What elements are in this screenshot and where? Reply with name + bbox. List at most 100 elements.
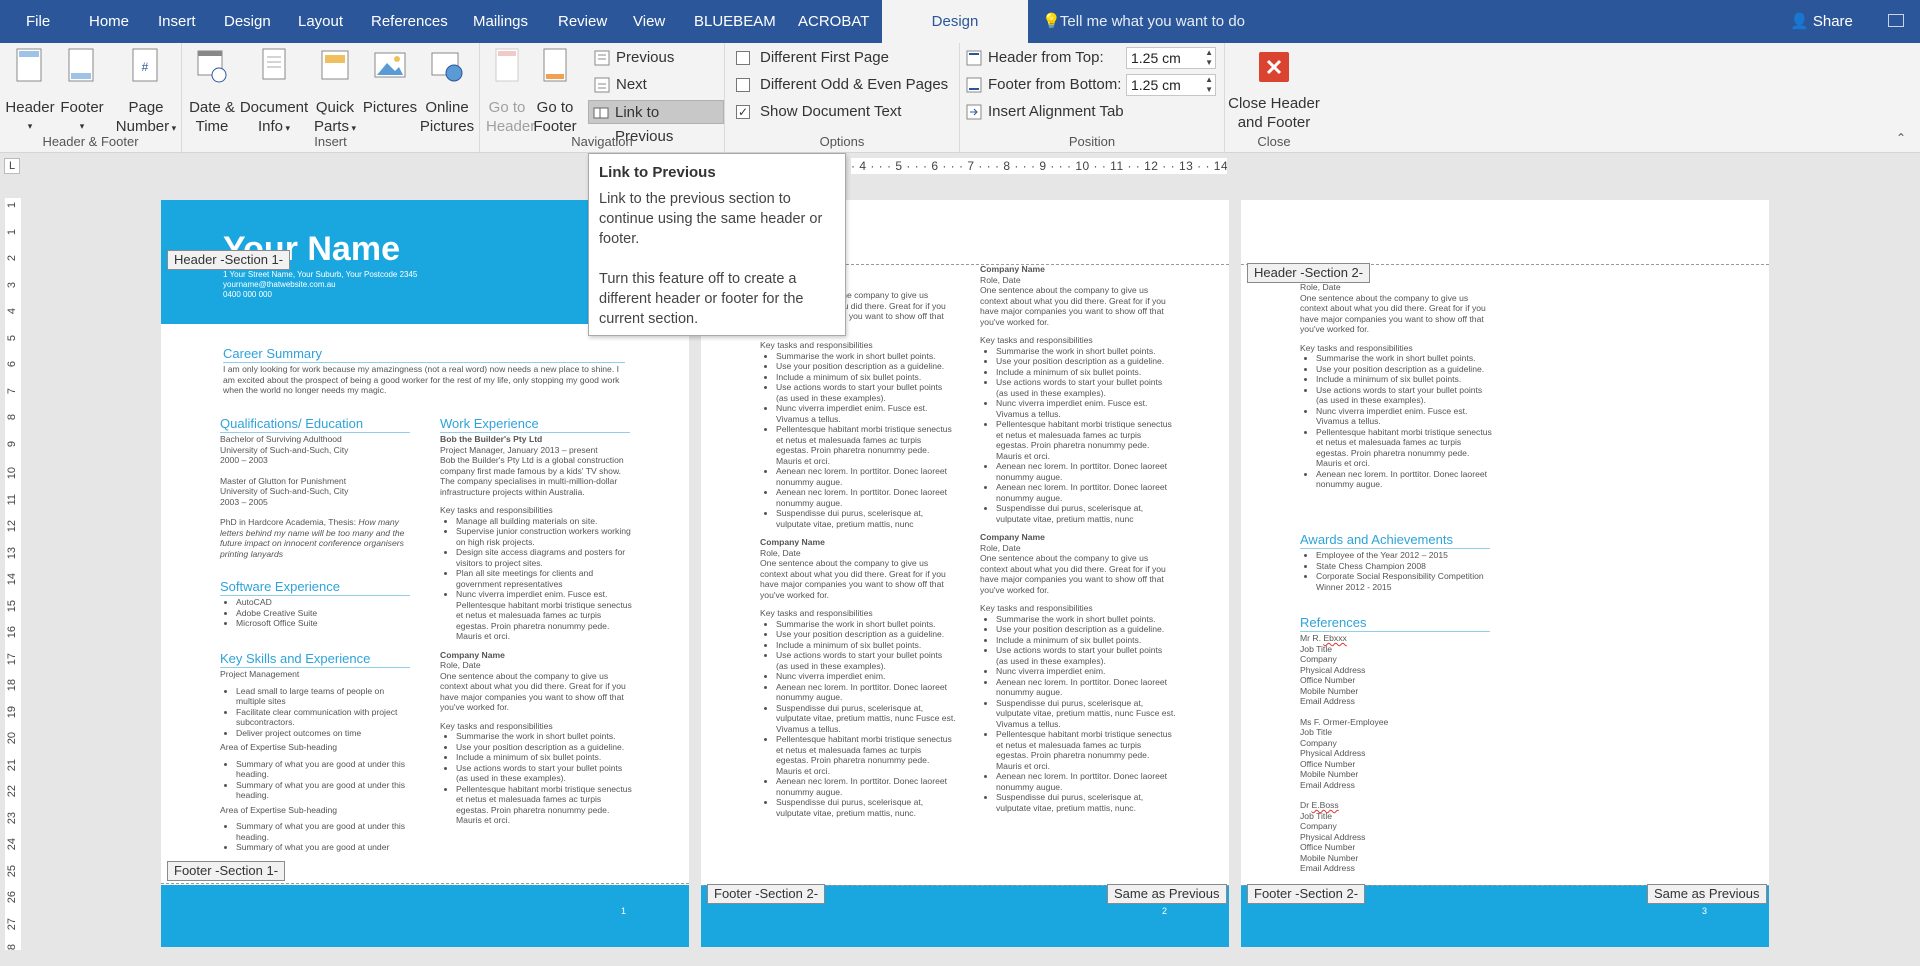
list-item: Microsoft Office Suite [236,618,412,629]
tab-home[interactable]: Home [89,0,129,43]
pictures-button[interactable]: Pictures [362,47,418,117]
tab-insert[interactable]: Insert [158,0,196,43]
ruler-number: 12 [6,520,18,533]
references-list: Mr R. Ebxxx Job Title Company Physical Add… [1300,633,1492,874]
page-number-button[interactable]: # Page Number ▾ [114,47,178,138]
online-pictures-button[interactable]: Online Pictures [418,47,476,136]
next-label: Next [616,76,647,93]
ruler-number: 27 [6,917,18,930]
tab-mailings[interactable]: Mailings [473,0,528,43]
reference-line: Email Address [1300,696,1355,706]
tell-me-search[interactable]: 💡 Tell me what you want to do [1042,0,1245,43]
list-item: Include a minimum of six bullet points. [456,752,632,763]
awards-list: Employee of the Year 2012 – 2015State Ch… [1300,550,1492,592]
tab-bluebeam[interactable]: BLUEBEAM [694,0,776,43]
ruler-number: 1 [6,228,18,235]
insert-alignment-tab-button[interactable]: Insert Alignment Tab [962,100,1124,124]
close-header-footer-button[interactable]: Close Header and Footer [1225,47,1323,132]
ref-name: Mr R. [1300,633,1324,643]
different-first-page-checkbox[interactable]: Different First Page [736,46,889,70]
work-description: Bob the Builder's Pty Ltd is a global co… [440,455,624,497]
ref-name: Ms F. Ormer-Employee [1300,716,1389,727]
work-company: Company Name [980,264,1045,274]
online-pictures-label-1: Online [425,99,469,116]
collapse-ribbon-icon[interactable]: ⌃ [1896,131,1906,145]
chevron-down-icon: ▾ [283,123,291,133]
bullet-list: Summarise the work in short bullet point… [760,619,956,819]
share-button[interactable]: 👤 Share [1790,0,1853,43]
work-description: One sentence about the company to give u… [1300,292,1486,335]
tab-header-footer-design[interactable]: Design [882,0,1028,43]
list-item: Use actions words to start your bullet p… [776,382,956,403]
work-description: One sentence about the company to give u… [760,558,946,600]
qual-line: PhD in Hardcore Academia, Thesis: [220,517,356,527]
tab-review[interactable]: Review [558,0,607,43]
comments-icon[interactable] [1888,14,1904,27]
previous-button[interactable]: Previous [590,46,674,70]
list-item: Nunc viverra imperdiet enim. Fusce est. … [776,403,956,424]
list-item: Summarise the work in short bullet point… [776,619,956,630]
list-item: Aenean nec lorem. In porttitor. Donec la… [776,776,956,797]
group-label-navigation: Navigation [571,134,633,149]
quick-parts-button[interactable]: Quick Parts ▾ [312,47,358,138]
reference-line: Physical Address [1300,831,1366,842]
list-item: Aenean nec lorem. In porttitor. Donec la… [1316,469,1496,490]
tab-layout[interactable]: Layout [298,0,343,43]
tab-selector[interactable]: L [4,158,20,174]
document-info-icon [262,48,286,80]
footer-from-bottom-label: Footer from Bottom: [988,76,1122,93]
page-number-label-1: Page [128,99,164,116]
footer-button[interactable]: Footer ▾ [58,47,106,136]
references-heading: References [1300,615,1490,632]
document-info-button[interactable]: Document Info ▾ [238,47,310,138]
spinner-arrows-icon[interactable]: ▲ ▼ [1205,75,1213,95]
reference-line: Mobile Number [1300,769,1359,779]
tab-view[interactable]: View [633,0,665,43]
tab-file[interactable]: File [26,0,50,43]
tab-design[interactable]: Design [224,0,271,43]
list-item: Use actions words to start your bullet p… [456,763,632,784]
list-item: Include a minimum of six bullet points. [776,372,956,383]
ruler-number: 19 [6,705,18,718]
different-odd-even-label: Different Odd & Even Pages [760,76,949,93]
footer-label: Footer [60,99,104,116]
list-item: Supervise junior construction workers wo… [456,526,632,547]
career-summary-heading: Career Summary [223,346,625,363]
list-item: Pellentesque habitant morbi tristique se… [776,734,956,776]
list-item: Use your position description as a guide… [776,629,956,640]
list-item: Employee of the Year 2012 – 2015 [1316,550,1492,561]
go-to-header-button[interactable]: Go to Header [486,47,535,136]
tab-references[interactable]: References [371,0,448,43]
list-item: Summarise the work in short bullet point… [1316,353,1496,364]
list-item: Use your position description as a guide… [776,361,956,372]
different-first-page-label: Different First Page [760,49,889,66]
header-from-top-input[interactable]: 1.25 cm ▲ ▼ [1126,47,1216,69]
date-time-button[interactable]: Date & Time [186,47,238,136]
next-button[interactable]: Next [590,73,647,97]
footer-from-bottom-input[interactable]: 1.25 cm ▲ ▼ [1126,74,1216,96]
tab-acrobat[interactable]: ACROBAT [798,0,869,43]
quick-parts-icon [321,50,349,80]
go-to-footer-button[interactable]: Go to Footer [532,47,578,136]
link-to-previous-button[interactable]: Link to Previous [588,100,724,145]
header-from-top-label-wrap: Header from Top: [962,46,1104,70]
show-document-text-checkbox[interactable]: ✓ Show Document Text [736,100,901,124]
work-description: One sentence about the company to give u… [980,553,1166,595]
tooltip-description-1: Link to the previous section to continue… [599,191,823,247]
link-icon [593,107,609,119]
footer-boundary-line [161,883,689,884]
page-number: 3 [1702,906,1708,916]
skills-subheading: Project Management [220,669,300,679]
awards-heading: Awards and Achievements [1300,532,1490,549]
header-button[interactable]: Header ▾ [4,47,56,136]
spinner-arrows-icon[interactable]: ▲ ▼ [1205,48,1213,68]
cv-contact: 1 Your Street Name, Your Suburb, Your Po… [223,270,417,300]
lightbulb-icon: 💡 [1042,13,1061,30]
list-item: Pellentesque habitant morbi tristique se… [996,729,1176,771]
different-odd-even-checkbox[interactable]: Different Odd & Even Pages [736,73,948,97]
list-item: Facilitate clear communication with proj… [236,707,412,728]
list-item: Suspendisse dui purus, scelerisque at, v… [996,698,1176,730]
go-to-footer-icon [543,48,567,82]
qualifications-text: Bachelor of Surviving Adulthood Universi… [220,434,412,559]
group-label-options: Options [819,134,865,149]
